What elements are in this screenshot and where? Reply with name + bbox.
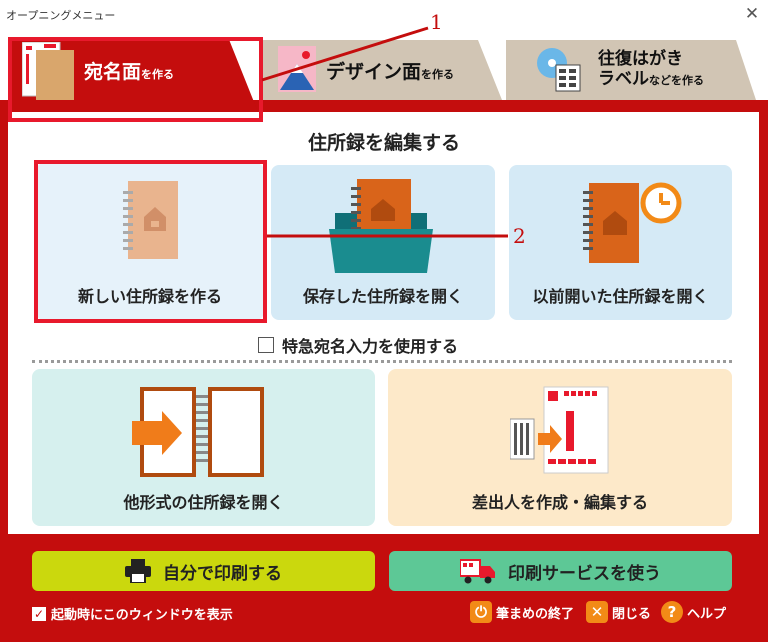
open-other-format-label: 他形式の住所録を開く [123, 493, 284, 512]
print-myself-button[interactable]: 自分で印刷する [32, 551, 375, 591]
close-window-label: 閉じる [612, 606, 652, 622]
close-icon: ✕ [586, 601, 608, 623]
help-button[interactable]: ? ヘルプ [661, 601, 726, 623]
tab-label-line2: ラベル [598, 69, 649, 89]
open-saved-address-book-button[interactable]: 保存した住所録を開く [271, 165, 495, 320]
window-title: オープニングメニュー [6, 9, 116, 22]
open-other-format-button[interactable]: 他形式の住所録を開く [32, 369, 375, 526]
print-service-label: 印刷サービスを使う [508, 563, 661, 584]
section-title: 住所録を編集する [307, 132, 460, 154]
exit-app-label: 筆まめの終了 [496, 606, 575, 622]
annotation-number-2: 2 [513, 224, 526, 248]
open-previous-address-book-label: 以前開いた住所録を開く [532, 287, 709, 306]
tab-reply-card-label[interactable]: 往復はがき ラベルなどを作る [506, 40, 756, 100]
power-icon: ⏻ [470, 601, 492, 623]
exit-app-button[interactable]: ⏻ 筆まめの終了 [470, 601, 574, 623]
check-icon[interactable]: ✓ [32, 606, 46, 621]
edit-sender-label: 差出人を作成・編集する [471, 493, 648, 512]
highlight-tab-address [8, 37, 263, 122]
tab-label-line1: 往復はがき [598, 49, 683, 69]
folder-book-icon [329, 179, 433, 273]
print-myself-label: 自分で印刷する [163, 563, 282, 584]
delivery-truck-icon [460, 559, 495, 584]
printer-icon [125, 559, 151, 583]
tab-design-label: デザイン面 [326, 60, 422, 83]
open-previous-address-book-button[interactable]: 以前開いた住所録を開く [509, 165, 732, 320]
help-label: ヘルプ [687, 606, 727, 622]
mount-fuji-icon [278, 46, 316, 92]
tab-design-side[interactable]: デザイン面を作る [262, 40, 502, 100]
postcard-sender-icon [510, 386, 609, 474]
quick-address-checkbox[interactable]: 特急宛名入力を使用する [258, 333, 458, 357]
highlight-new-address-book [34, 160, 267, 323]
tab-design-sub: を作る [421, 67, 455, 81]
startup-label: 起動時にこのウィンドウを表示 [51, 608, 233, 623]
annotation-number-1: 1 [430, 10, 443, 34]
print-service-button[interactable]: 印刷サービスを使う [389, 551, 732, 591]
close-icon[interactable]: ✕ [742, 3, 762, 25]
close-window-button[interactable]: ✕ 閉じる [586, 601, 651, 623]
open-book-arrow-icon [132, 387, 264, 477]
quick-address-checkbox-box[interactable] [258, 337, 274, 353]
tab-label-sub: などを作る [649, 74, 704, 87]
help-icon: ? [661, 601, 683, 623]
address-book-clock-icon [583, 182, 682, 263]
quick-address-label: 特急宛名入力を使用する [282, 337, 459, 356]
section-divider [32, 360, 732, 363]
open-saved-address-book-label: 保存した住所録を開く [302, 287, 463, 306]
edit-sender-button[interactable]: 差出人を作成・編集する [388, 369, 732, 526]
disc-and-sheet-icon [537, 48, 581, 92]
startup-checkbox[interactable]: ✓ 起動時にこのウィンドウを表示 [32, 604, 233, 623]
